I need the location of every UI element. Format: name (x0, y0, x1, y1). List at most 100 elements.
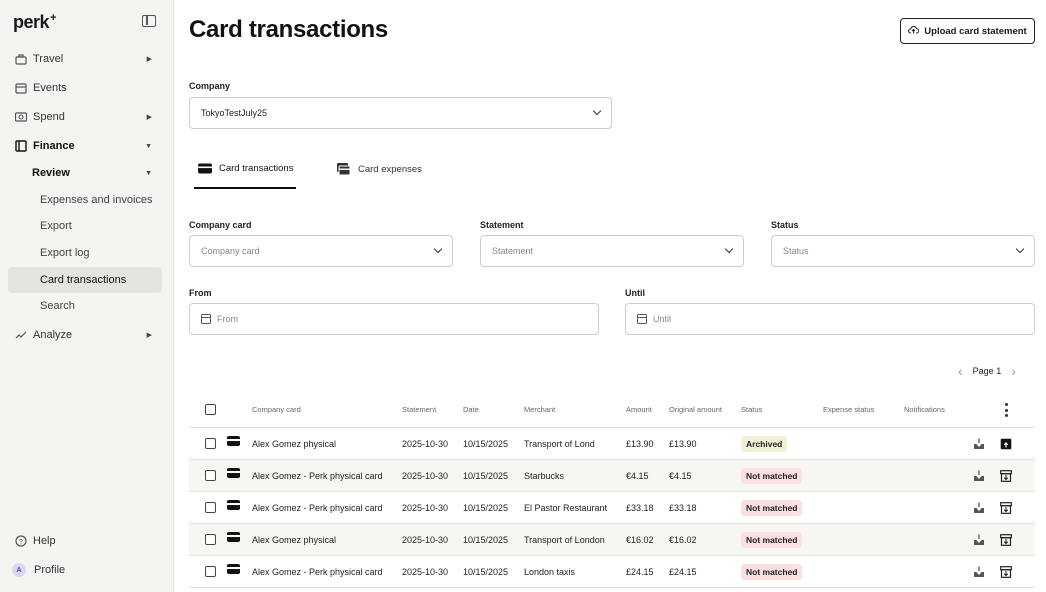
sidebar-item-label: Export (40, 220, 72, 232)
statement-cell: 2025-10-30 (402, 471, 449, 481)
table-row[interactable]: Alex Gomez physical 2025-10-30 10/15/2025 T… (189, 428, 1035, 460)
column-header[interactable]: Amount (626, 405, 652, 414)
sidebar-item-review[interactable]: Review ▼ (8, 160, 162, 186)
merchant-cell: El Pastor Restaurant (524, 503, 608, 513)
original-amount-cell: €16.02 (669, 535, 697, 545)
company-select-value: TokyoTestJuly25 (201, 108, 268, 118)
sidebar-item-spend[interactable]: Spend ▶ (8, 104, 162, 130)
chevron-down-icon (1015, 244, 1025, 254)
statement-placeholder: Statement (492, 246, 534, 256)
date-cell: 10/15/2025 (463, 439, 509, 449)
suitcase-icon (14, 53, 27, 66)
company-card-cell: Alex Gomez physical (252, 535, 337, 545)
status-badge: Not matched (741, 564, 803, 580)
archive-icon[interactable] (1000, 533, 1012, 546)
column-header[interactable]: Company card (252, 405, 301, 414)
tab-card-expenses[interactable]: Card expenses (336, 150, 422, 189)
status-badge: Not matched (741, 468, 803, 484)
sidebar-item-profile[interactable]: A Profile (8, 557, 162, 583)
column-header[interactable]: Date (463, 405, 479, 414)
credit-card-icon (198, 163, 212, 174)
select-all-checkbox[interactable] (205, 404, 216, 415)
chevron-down-icon (592, 106, 602, 116)
sidebar-item-help[interactable]: ? Help (8, 528, 162, 554)
row-checkbox[interactable] (205, 438, 216, 449)
caret-down-icon: ▼ (145, 142, 152, 150)
column-header[interactable]: Status (741, 405, 762, 414)
sidebar-item-events[interactable]: Events (8, 75, 162, 101)
sidebar-item-export-log[interactable]: Export log (8, 240, 162, 266)
calendar-icon (637, 314, 647, 324)
download-icon[interactable] (973, 469, 985, 481)
sidebar-item-label: Card transactions (40, 274, 127, 286)
row-checkbox[interactable] (205, 534, 216, 545)
column-header[interactable]: Statement (402, 405, 436, 414)
row-checkbox[interactable] (205, 566, 216, 577)
from-date-input[interactable]: From (189, 303, 599, 335)
archive-icon[interactable] (1000, 501, 1012, 514)
company-card-cell: Alex Gomez - Perk physical card (252, 503, 383, 513)
tab-label: Card expenses (358, 164, 422, 175)
column-header[interactable]: Expense status (823, 405, 874, 414)
archive-icon[interactable] (1000, 469, 1012, 482)
sidebar-item-label: Finance (33, 140, 75, 152)
column-header[interactable]: Notifications (904, 405, 945, 414)
download-icon[interactable] (973, 437, 985, 449)
table-row[interactable]: Alex Gomez - Perk physical card 2025-10-3… (189, 460, 1035, 492)
perk-logo[interactable]: perk+ (13, 12, 56, 33)
tab-card-transactions[interactable]: Card transactions (194, 150, 296, 189)
credit-card-icon (227, 564, 240, 574)
date-cell: 10/15/2025 (463, 471, 509, 481)
table-row[interactable]: Alex Gomez - Perk physical card 2025-10-3… (189, 492, 1035, 524)
sidebar-item-card-transactions[interactable]: Card transactions (8, 267, 162, 293)
chevron-left-icon[interactable]: ‹ (958, 363, 963, 379)
statement-cell: 2025-10-30 (402, 439, 449, 449)
table-row[interactable]: Alex Gomez physical 2025-10-30 10/15/2025 T… (189, 524, 1035, 556)
merchant-cell: Transport of Lond (524, 439, 595, 449)
date-cell: 10/15/2025 (463, 567, 509, 577)
company-card-cell: Alex Gomez physical (252, 439, 337, 449)
sidebar-item-search[interactable]: Search (8, 293, 162, 319)
more-options-icon[interactable] (1004, 403, 1008, 417)
company-card-cell: Alex Gomez - Perk physical card (252, 471, 383, 481)
company-card-cell: Alex Gomez - Perk physical card (252, 567, 383, 577)
sidebar-item-analyze[interactable]: Analyze ▶ (8, 322, 162, 348)
upload-button-label: Upload card statement (924, 25, 1027, 37)
column-header[interactable]: Original amount (669, 405, 722, 414)
upload-card-statement-button[interactable]: Upload card statement (900, 18, 1035, 44)
status-badge: Archived (741, 436, 788, 452)
company-label: Company (189, 81, 231, 91)
chevron-right-icon[interactable]: › (1011, 363, 1016, 379)
sidebar-toggle-icon[interactable] (142, 15, 156, 27)
row-checkbox[interactable] (205, 470, 216, 481)
credit-card-icon (227, 468, 240, 478)
until-date-input[interactable]: Until (625, 303, 1035, 335)
download-icon[interactable] (973, 501, 985, 513)
sidebar-item-label: Analyze (33, 329, 73, 341)
sidebar-item-export[interactable]: Export (8, 213, 162, 239)
archive-icon[interactable] (1000, 565, 1012, 578)
status-select[interactable]: Status (771, 235, 1035, 267)
date-cell: 10/15/2025 (463, 535, 509, 545)
download-icon[interactable] (973, 565, 985, 577)
column-header[interactable]: Merchant (524, 405, 555, 414)
company-card-select[interactable]: Company card (189, 235, 453, 267)
statement-cell: 2025-10-30 (402, 535, 449, 545)
company-select[interactable]: TokyoTestJuly25 (189, 97, 612, 129)
calendar-icon (14, 82, 27, 95)
sidebar-item-expenses-and-invoices[interactable]: Expenses and invoices (8, 187, 162, 213)
sidebar-item-travel[interactable]: Travel ▶ (8, 46, 162, 72)
merchant-cell: London taxis (524, 567, 576, 577)
status-label: Status (771, 220, 799, 230)
unarchive-icon[interactable] (1000, 437, 1012, 450)
download-icon[interactable] (973, 533, 985, 545)
row-checkbox[interactable] (205, 502, 216, 513)
amount-cell: £33.18 (626, 503, 654, 513)
sidebar-item-label: Expenses and invoices (40, 194, 153, 206)
original-amount-cell: £33.18 (669, 503, 697, 513)
sidebar-item-finance[interactable]: Finance ▼ (8, 133, 162, 159)
sidebar-item-label: Search (40, 300, 75, 312)
statement-select[interactable]: Statement (480, 235, 744, 267)
table-row[interactable]: Alex Gomez - Perk physical card 2025-10-3… (189, 556, 1035, 588)
cloud-upload-icon (908, 25, 920, 37)
